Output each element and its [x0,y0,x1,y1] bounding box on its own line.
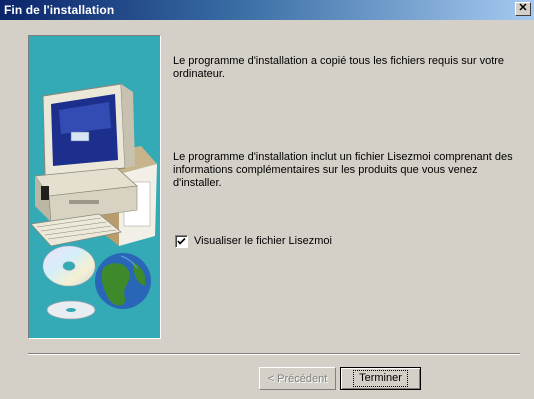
previous-button[interactable]: < Précédent [259,367,336,390]
view-readme-option[interactable]: Visualiser le fichier Lisezmoi [175,233,332,249]
close-button[interactable]: ✕ [515,2,531,16]
view-readme-checkbox[interactable] [175,234,188,248]
installer-dialog: Fin de l'installation ✕ Le programme d'i… [0,0,534,399]
button-separator [28,353,520,355]
finish-button[interactable]: Terminer [340,367,421,390]
readme-info-text: Le programme d'installation inclut un fi… [173,151,513,189]
window-title: Fin de l'installation [4,3,115,17]
previous-button-label: < Précédent [267,372,328,385]
view-readme-label[interactable]: Visualiser le fichier Lisezmoi [194,235,332,247]
title-bar[interactable]: Fin de l'installation ✕ [0,0,534,20]
copy-complete-text: Le programme d'installation a copié tous… [173,55,505,80]
check-icon [177,237,186,245]
finish-button-label: Terminer [353,370,408,387]
setup-illustration [28,35,161,339]
computer-with-cds-and-globe-illustration [30,83,157,320]
close-icon: ✕ [518,2,528,14]
